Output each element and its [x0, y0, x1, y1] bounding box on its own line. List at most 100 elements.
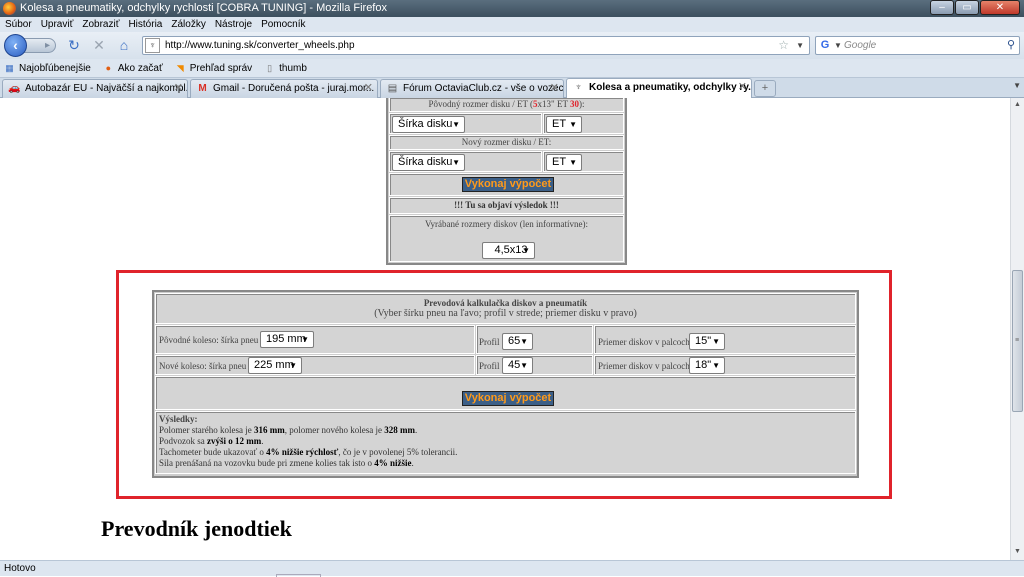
bookmark-thumb[interactable]: ▯ thumb [264, 59, 307, 77]
close-icon[interactable]: ✕ [980, 0, 1020, 15]
bookmark-news[interactable]: ◥ Prehľad správ [175, 59, 252, 77]
orig-width-cell: Šírka disku ▼ [389, 113, 542, 134]
bookmark-most-visited[interactable]: ▦ Najobľúbenejšie [4, 59, 91, 77]
bookmark-getting-started[interactable]: ● Ako začať [103, 59, 163, 77]
window-title: Kolesa a pneumatiky, odchylky rychlosti … [20, 2, 387, 14]
orig-et-cell: ET ▼ [543, 113, 624, 134]
search-engine-dropdown-icon[interactable]: ▼ [834, 37, 842, 54]
forward-button[interactable]: ▸ [22, 38, 56, 53]
reload-icon[interactable]: ↻ [66, 37, 82, 53]
scrollbar-thumb[interactable]: ≡ [1012, 270, 1023, 412]
units-converter-heading: Prevodník jenodtiek [101, 516, 292, 541]
orig-diam-label: Priemer diskov v palcoch [598, 337, 690, 347]
menu-file[interactable]: Súbor [5, 17, 32, 32]
orig-rim-et-select[interactable]: ET ▼ [546, 116, 582, 133]
firefox-icon [3, 2, 16, 15]
tab-close-icon[interactable]: ✕ [738, 79, 747, 96]
search-bar[interactable]: G ▼ Google ⚲ [815, 36, 1020, 55]
new-tab-button[interactable]: + [754, 80, 776, 97]
orig-diam-cell: Priemer diskov v palcoch 15" ▼ [594, 325, 856, 354]
menu-edit[interactable]: Upraviť [41, 17, 74, 32]
new-rim-width-select[interactable]: Šírka disku ▼ [392, 154, 465, 171]
new-profil-select[interactable]: 45 ▼ [502, 357, 533, 374]
calc-title: Prevodová kalkulačka diskov a pneumatík [423, 298, 588, 308]
orig-rim-label: Pôvodný rozmer disku / ET (5x13" ET 30): [428, 99, 585, 109]
chevron-down-icon: ▼ [301, 335, 309, 344]
chevron-down-icon: ▼ [569, 158, 577, 167]
scroll-up-icon[interactable]: ▲ [1011, 98, 1024, 112]
tab-close-icon[interactable]: ✕ [174, 80, 183, 97]
google-icon[interactable]: G [818, 38, 832, 53]
produced-sizes-select[interactable]: 4,5x13 ▼ [482, 242, 535, 259]
results-title: Výsledky: [159, 414, 198, 424]
orig-rim-width-select[interactable]: Šírka disku ▼ [392, 116, 465, 133]
status-bar: Hotovo [0, 560, 1024, 577]
new-tire-width-select[interactable]: 225 mm ▼ [248, 357, 302, 374]
tab-autobazar[interactable]: 🚗 Autobazár EU - Najväčší a najkompl... … [2, 79, 188, 98]
new-diam-cell: Priemer diskov v palcoch 18" ▼ [594, 355, 856, 375]
new-et-cell: ET ▼ [543, 151, 624, 172]
vertical-scrollbar[interactable]: ▲ ≡ ▼ [1010, 98, 1024, 560]
search-input[interactable]: Google [844, 37, 876, 54]
menu-bookmarks[interactable]: Záložky [171, 17, 205, 32]
rim-result-placeholder: !!! Tu sa objaví výsledok !!! [454, 200, 559, 210]
grip-icon: ≡ [1015, 337, 1020, 344]
calc-header-cell: Prevodová kalkulačka diskov a pneumatík … [155, 293, 856, 324]
produced-sizes-cell: Vyrábané rozmery diskov (len informatívn… [389, 215, 624, 262]
orig-tire-width-select[interactable]: 195 mm ▼ [260, 331, 314, 348]
stop-icon[interactable]: ✕ [91, 37, 107, 53]
tire-calculator-panel: Prevodová kalkulačka diskov a pneumatík … [152, 290, 859, 478]
scroll-down-icon[interactable]: ▼ [1011, 545, 1024, 559]
chevron-down-icon: ▼ [452, 120, 460, 129]
back-button[interactable]: ‹ [4, 34, 27, 57]
new-diam-select[interactable]: 18" ▼ [689, 357, 725, 374]
menu-tools[interactable]: Nástroje [215, 17, 252, 32]
forum-icon: ▤ [387, 83, 398, 94]
url-text[interactable]: http://www.tuning.sk/converter_wheels.ph… [165, 37, 355, 54]
minimize-icon[interactable]: – [930, 0, 954, 15]
new-rim-label-cell: Nový rozmer disku / ET: [389, 135, 624, 150]
tab-list-icon[interactable]: ▼ [1013, 81, 1021, 90]
orig-profil-select[interactable]: 65 ▼ [502, 333, 533, 350]
menu-help[interactable]: Pomocník [261, 17, 305, 32]
search-icon[interactable]: ⚲ [1007, 37, 1015, 54]
chevron-down-icon: ▼ [520, 337, 528, 346]
results-speedo-line: Tachometer bude ukazovať o 4% nižšie rýc… [159, 447, 458, 457]
window-controls: – ▭ ✕ [930, 0, 1020, 16]
new-rim-et-select[interactable]: ET ▼ [546, 154, 582, 171]
chevron-down-icon: ▼ [712, 361, 720, 370]
orig-profil-cell: Profil 65 ▼ [476, 325, 593, 354]
bookmarks-toolbar: ▦ Najobľúbenejšie ● Ako začať ◥ Prehľad spr… [0, 59, 1024, 78]
menu-history[interactable]: História [128, 17, 162, 32]
calc-button-cell: Vykonaj výpočet [155, 376, 856, 410]
maximize-icon[interactable]: ▭ [955, 0, 979, 15]
orig-profil-label: Profil [479, 337, 500, 347]
url-bar[interactable]: ♆ http://www.tuning.sk/converter_wheels.… [142, 36, 810, 55]
status-text: Hotovo [4, 563, 36, 574]
new-tire-cell: Nové koleso: šírka pneu 225 mm ▼ [155, 355, 475, 375]
tab-close-icon[interactable]: ✕ [550, 80, 559, 97]
tab-close-icon[interactable]: ✕ [364, 80, 373, 97]
chevron-down-icon: ▼ [520, 361, 528, 370]
chevron-down-icon: ▼ [522, 246, 530, 255]
tire-calculate-button[interactable]: Vykonaj výpočet [462, 391, 554, 406]
bookmark-star-icon[interactable]: ☆ [778, 37, 789, 54]
new-rim-label: Nový rozmer disku / ET: [461, 137, 552, 147]
new-width-cell: Šírka disku ▼ [389, 151, 542, 172]
results-radius-line: Polomer starého kolesa je 316 mm, polome… [159, 425, 418, 435]
tab-kolesa[interactable]: ♆ Kolesa a pneumatiky, odchylky ry... ✕ [566, 78, 752, 98]
results-force-line: Sila prenášaná na vozovku bude pri zmene… [159, 458, 414, 468]
bookmark-folder-icon: ▦ [5, 62, 14, 73]
home-icon[interactable]: ⌂ [116, 37, 132, 53]
tab-gmail[interactable]: M Gmail - Doručená pošta - juraj.mor... … [190, 79, 378, 98]
orig-diam-select[interactable]: 15" ▼ [689, 333, 725, 350]
rim-button-cell: Vykonaj výpočet [389, 173, 624, 196]
chevron-down-icon: ▼ [712, 337, 720, 346]
orig-rim-label-cell: Pôvodný rozmer disku / ET (5x13" ET 30): [389, 98, 624, 112]
tab-octaviaclub[interactable]: ▤ Fórum OctaviaClub.cz - vše o vozec... … [380, 79, 564, 98]
url-dropdown-icon[interactable]: ▼ [796, 37, 804, 54]
menu-view[interactable]: Zobraziť [82, 17, 119, 32]
page-content: Pôvodný rozmer disku / ET (5x13" ET 30):… [0, 98, 1010, 560]
rim-calculate-button[interactable]: Vykonaj výpočet [462, 177, 554, 192]
orig-tire-cell: Pôvodné koleso: šírka pneu 195 mm ▼ [155, 325, 475, 354]
